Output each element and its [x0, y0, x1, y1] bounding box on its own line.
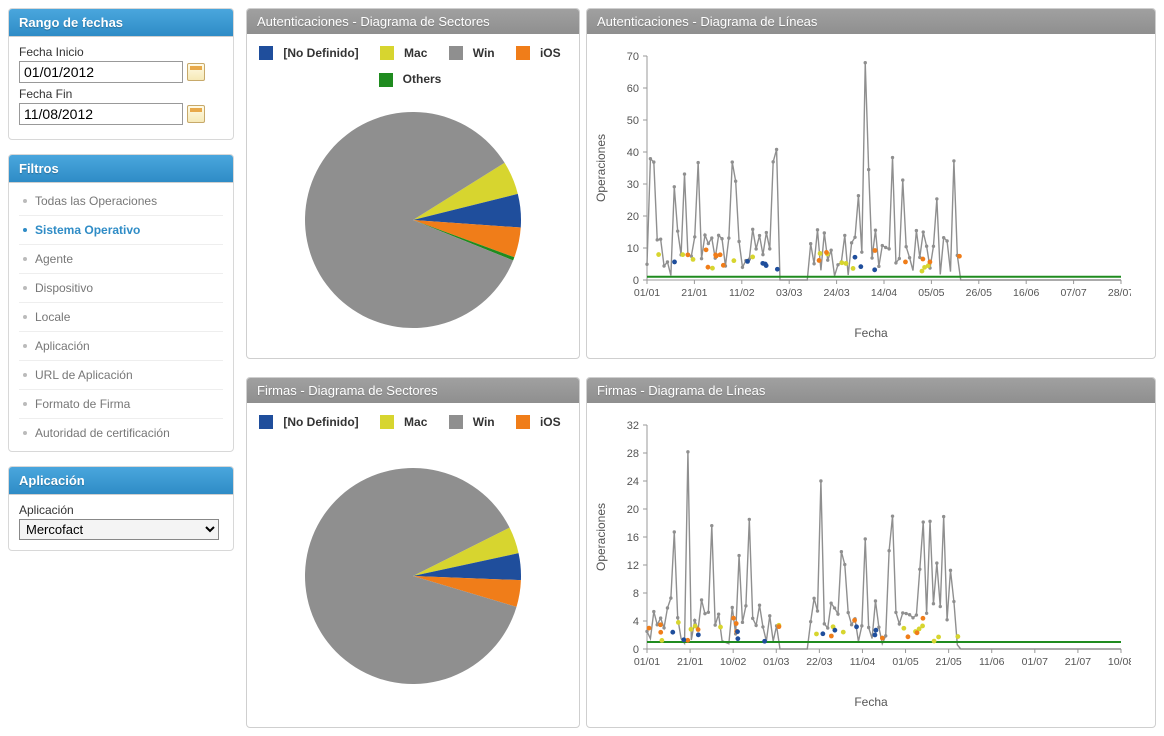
- svg-text:16: 16: [627, 532, 639, 544]
- svg-text:21/07: 21/07: [1065, 656, 1091, 668]
- svg-text:11/06: 11/06: [979, 656, 1005, 668]
- filter-item[interactable]: Dispositivo: [19, 274, 223, 303]
- svg-text:01/01: 01/01: [634, 287, 660, 299]
- filter-item[interactable]: Autoridad de certificación: [19, 419, 223, 447]
- filter-item[interactable]: Todas las Operaciones: [19, 187, 223, 216]
- filter-item[interactable]: Locale: [19, 303, 223, 332]
- svg-text:12: 12: [627, 560, 639, 572]
- svg-text:24/03: 24/03: [823, 287, 849, 299]
- svg-text:22/03: 22/03: [806, 656, 832, 668]
- svg-text:20: 20: [627, 504, 639, 516]
- sign-line-chart: 0 4 8 12 16 20 24 28 32 Operaciones 01/01 21/01 10/0…: [591, 411, 1131, 691]
- auth-pie-title: Autenticaciones - Diagrama de Sectores: [247, 9, 579, 34]
- auth-pie-chart: [301, 108, 525, 332]
- svg-text:11/04: 11/04: [850, 656, 876, 668]
- sign-pie-legend: [No Definido] Mac Win iOS: [251, 411, 575, 437]
- svg-text:10/02: 10/02: [720, 656, 746, 668]
- svg-text:24: 24: [627, 476, 639, 488]
- sign-pie-chart: [301, 464, 525, 688]
- svg-text:01/03: 01/03: [763, 656, 789, 668]
- svg-text:40: 40: [627, 147, 639, 159]
- svg-text:05/05: 05/05: [918, 287, 944, 299]
- date-range-title: Rango de fechas: [9, 9, 233, 37]
- svg-text:32: 32: [627, 420, 639, 432]
- auth-line-chart: 0 10 20 30 40 50 60 70 Operaciones 01/01 21/01 11/0…: [591, 42, 1131, 322]
- filter-item[interactable]: Aplicación: [19, 332, 223, 361]
- date-range-panel: Rango de fechas Fecha Inicio Fecha Fin: [8, 8, 234, 140]
- application-select[interactable]: Mercofact: [19, 519, 219, 540]
- svg-text:0: 0: [633, 275, 639, 287]
- svg-text:21/01: 21/01: [681, 287, 707, 299]
- filters-panel: Filtros Todas las OperacionesSistema Ope…: [8, 154, 234, 452]
- svg-text:50: 50: [627, 115, 639, 127]
- application-label: Aplicación: [19, 503, 223, 517]
- filter-item[interactable]: Formato de Firma: [19, 390, 223, 419]
- svg-text:28/07: 28/07: [1108, 287, 1131, 299]
- svg-text:20: 20: [627, 211, 639, 223]
- auth-line-panel: Autenticaciones - Diagrama de Líneas 0 10…: [586, 8, 1156, 359]
- sign-line-xlabel: Fecha: [591, 695, 1151, 709]
- svg-text:28: 28: [627, 448, 639, 460]
- sign-line-title: Firmas - Diagrama de Líneas: [587, 378, 1155, 403]
- filter-item[interactable]: Agente: [19, 245, 223, 274]
- sign-pie-panel: Firmas - Diagrama de Sectores [No Defini…: [246, 377, 580, 728]
- svg-text:70: 70: [627, 51, 639, 63]
- svg-text:10/08: 10/08: [1108, 656, 1131, 668]
- auth-line-xlabel: Fecha: [591, 326, 1151, 340]
- filter-item[interactable]: URL de Aplicación: [19, 361, 223, 390]
- svg-text:01/01: 01/01: [634, 656, 660, 668]
- svg-text:0: 0: [633, 644, 639, 656]
- svg-text:Operaciones: Operaciones: [594, 134, 608, 202]
- svg-text:01/05: 01/05: [892, 656, 918, 668]
- svg-text:07/07: 07/07: [1060, 287, 1086, 299]
- filters-title: Filtros: [9, 155, 233, 183]
- auth-pie-panel: Autenticaciones - Diagrama de Sectores […: [246, 8, 580, 359]
- filter-item[interactable]: Sistema Operativo: [19, 216, 223, 245]
- svg-text:21/01: 21/01: [677, 656, 703, 668]
- svg-text:26/05: 26/05: [966, 287, 992, 299]
- svg-text:03/03: 03/03: [776, 287, 802, 299]
- application-panel: Aplicación Aplicación Mercofact: [8, 466, 234, 551]
- sign-line-panel: Firmas - Diagrama de Líneas 0 4 8 12 16 20 24 2…: [586, 377, 1156, 728]
- auth-pie-legend: [No Definido] Mac Win iOS Others: [251, 42, 575, 94]
- svg-text:30: 30: [627, 179, 639, 191]
- svg-text:8: 8: [633, 588, 639, 600]
- svg-text:21/05: 21/05: [935, 656, 961, 668]
- filter-list: Todas las OperacionesSistema OperativoAg…: [19, 187, 223, 447]
- svg-text:16/06: 16/06: [1013, 287, 1039, 299]
- svg-text:60: 60: [627, 83, 639, 95]
- svg-text:11/02: 11/02: [729, 287, 755, 299]
- svg-text:10: 10: [627, 243, 639, 255]
- calendar-icon[interactable]: [187, 105, 205, 123]
- sign-pie-title: Firmas - Diagrama de Sectores: [247, 378, 579, 403]
- start-date-label: Fecha Inicio: [19, 45, 223, 59]
- svg-text:4: 4: [633, 616, 639, 628]
- svg-text:01/07: 01/07: [1022, 656, 1048, 668]
- auth-line-title: Autenticaciones - Diagrama de Líneas: [587, 9, 1155, 34]
- calendar-icon[interactable]: [187, 63, 205, 81]
- svg-text:Operaciones: Operaciones: [594, 503, 608, 571]
- start-date-input[interactable]: [19, 61, 183, 83]
- end-date-input[interactable]: [19, 103, 183, 125]
- svg-text:14/04: 14/04: [871, 287, 897, 299]
- end-date-label: Fecha Fin: [19, 87, 223, 101]
- application-title: Aplicación: [9, 467, 233, 495]
